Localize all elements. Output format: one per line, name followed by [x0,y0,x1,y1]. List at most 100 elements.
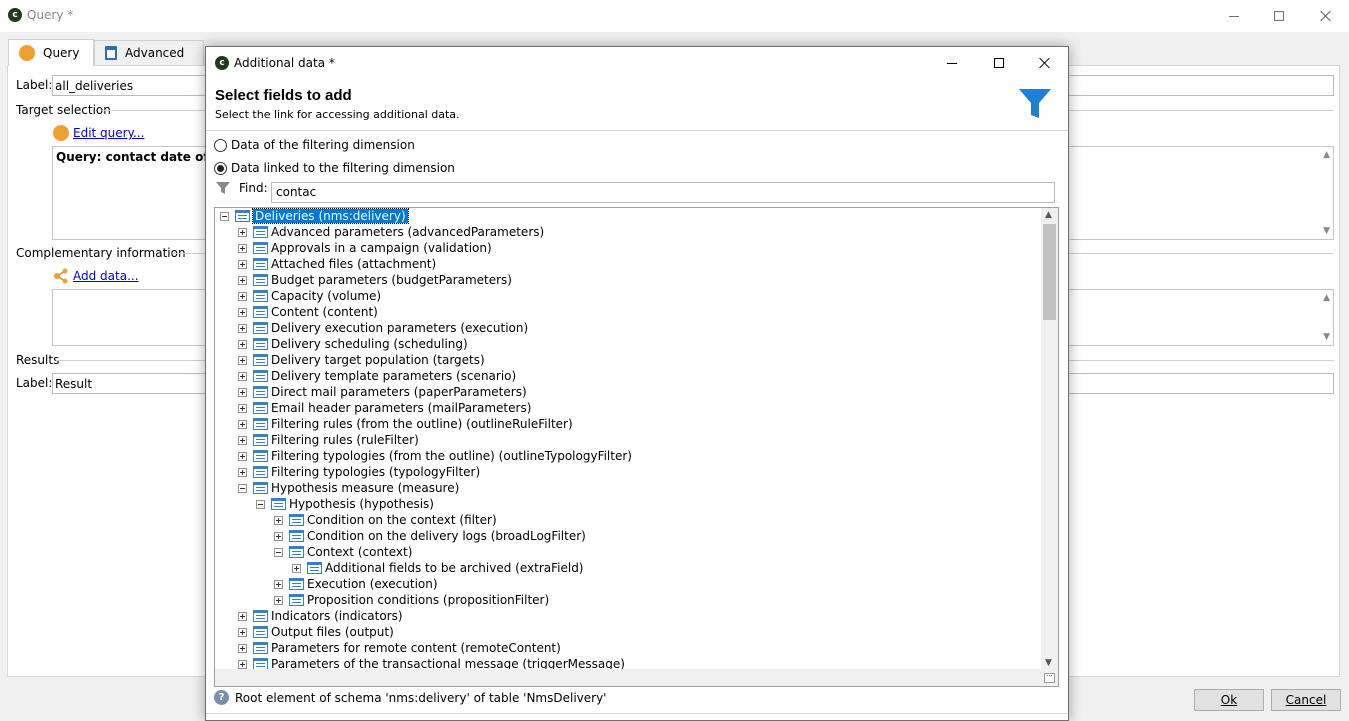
tree-node[interactable]: Delivery execution parameters (execution… [215,320,1042,336]
expand-icon[interactable] [274,579,283,589]
cancel-button[interactable]: Cancel [1271,689,1341,711]
tree-node[interactable]: Approvals in a campaign (validation) [215,240,1042,256]
add-data-link[interactable]: Add data... [73,269,139,283]
scroll-down-icon[interactable]: ▼ [1323,226,1330,236]
tree-node-label: Hypothesis measure (measure) [271,481,460,495]
tree-node[interactable]: Parameters for remote content (remoteCon… [215,640,1042,656]
tree-node[interactable]: Additional fields to be archived (extraF… [215,560,1042,576]
scroll-up-icon[interactable]: ▲ [1045,210,1052,220]
tree-node[interactable]: Filtering typologies (typologyFilter) [215,464,1042,480]
expand-icon[interactable] [238,259,247,269]
expand-icon[interactable] [292,563,301,573]
tree-node[interactable]: Condition on the context (filter) [215,512,1042,528]
tree-node[interactable]: Hypothesis (hypothesis) [215,496,1042,512]
dialog-close-button[interactable] [1022,47,1068,79]
tree-node[interactable]: Direct mail parameters (paperParameters) [215,384,1042,400]
collapse-icon[interactable] [274,547,283,557]
expand-icon[interactable] [274,515,283,525]
expand-icon[interactable] [238,627,247,637]
tree-node[interactable]: Email header parameters (mailParameters) [215,400,1042,416]
tab-query[interactable]: Query [8,39,94,66]
tree-node[interactable]: Budget parameters (budgetParameters) [215,272,1042,288]
tab-advanced-label: Advanced [125,46,185,60]
tree-node[interactable]: Output files (output) [215,624,1042,640]
tree-node[interactable]: Indicators (indicators) [215,608,1042,624]
tree-vertical-scrollbar[interactable]: ▲ ▼ [1041,208,1058,670]
expand-icon[interactable] [238,467,247,477]
expand-icon[interactable] [238,275,247,285]
tree-node-label: Approvals in a campaign (validation) [271,241,492,255]
ok-button[interactable]: Ok [1194,689,1264,711]
find-input[interactable]: contac [271,182,1055,203]
scroll-down-icon[interactable]: ▼ [1045,658,1052,668]
table-link-icon [253,274,268,286]
table-link-icon [253,466,268,478]
tree-node[interactable]: Hypothesis measure (measure) [215,480,1042,496]
tree-node[interactable]: Context (context) [215,544,1042,560]
expand-icon[interactable] [238,339,247,349]
expand-icon[interactable] [238,323,247,333]
expand-icon[interactable] [238,403,247,413]
tree-node[interactable]: Filtering typologies (from the outline) … [215,448,1042,464]
query-icon [19,45,35,61]
expand-icon[interactable] [238,611,247,621]
expand-icon[interactable] [238,291,247,301]
collapse-icon[interactable] [238,483,247,493]
table-link-icon [253,434,268,446]
schema-tree[interactable]: Deliveries (nms:delivery) Advanced parame… [214,207,1059,687]
tab-advanced[interactable]: Advanced [94,40,204,65]
collapse-icon[interactable] [220,211,229,221]
tree-node[interactable]: Condition on the delivery logs (broadLog… [215,528,1042,544]
radio-button[interactable] [214,138,227,152]
expand-icon[interactable] [238,419,247,429]
dialog-minimize-button[interactable] [929,47,975,79]
tree-node[interactable]: Content (content) [215,304,1042,320]
expand-icon[interactable] [238,387,247,397]
close-button[interactable] [1303,0,1349,32]
dialog-maximize-button[interactable] [976,47,1022,79]
expand-icon[interactable] [238,243,247,253]
expand-icon[interactable] [238,307,247,317]
tree-horizontal-scrollbar[interactable] [215,669,1042,686]
scroll-up-icon[interactable]: ▲ [1323,293,1330,303]
tree-node[interactable]: Delivery target population (targets) [215,352,1042,368]
expand-icon[interactable] [238,451,247,461]
table-link-icon [253,226,268,238]
table-link-icon [253,290,268,302]
radio-button-selected[interactable] [214,161,227,175]
tree-node[interactable]: Capacity (volume) [215,288,1042,304]
window-titlebar: c Query * [0,0,1349,32]
radio-filtering-dimension[interactable]: Data of the filtering dimension [214,138,415,152]
expand-icon[interactable] [238,355,247,365]
close-icon [1320,10,1332,22]
results-label-caption: Label: [16,376,53,390]
collapse-icon[interactable] [256,499,265,509]
tree-node[interactable]: Delivery template parameters (scenario) [215,368,1042,384]
scrollbar-thumb[interactable] [1043,224,1056,320]
tree-node[interactable]: Attached files (attachment) [215,256,1042,272]
scroll-down-icon[interactable]: ▼ [1323,332,1330,342]
expand-icon[interactable] [238,435,247,445]
expand-icon[interactable] [238,371,247,381]
expand-icon[interactable] [238,227,247,237]
edit-query-link[interactable]: Edit query... [73,126,144,140]
expand-icon[interactable] [274,531,283,541]
minimize-button[interactable] [1211,0,1257,32]
expand-icon[interactable] [238,643,247,653]
radio-linked-dimension[interactable]: Data linked to the filtering dimension [214,161,455,175]
expand-icon[interactable] [238,659,247,669]
tree-node[interactable]: Delivery scheduling (scheduling) [215,336,1042,352]
tree-node[interactable]: Advanced parameters (advancedParameters) [215,224,1042,240]
tree-node[interactable]: Filtering rules (from the outline) (outl… [215,416,1042,432]
tree-node[interactable]: Filtering rules (ruleFilter) [215,432,1042,448]
tree-node[interactable]: Execution (execution) [215,576,1042,592]
maximize-icon [1274,11,1284,21]
dialog-titlebar: c Additional data * [206,47,1068,79]
tree-node[interactable]: Proposition conditions (propositionFilte… [215,592,1042,608]
more-icon[interactable]: ··· [1044,673,1055,683]
tree-node[interactable]: Deliveries (nms:delivery) [215,208,1042,224]
app-logo-icon: c [215,56,229,70]
scroll-up-icon[interactable]: ▲ [1323,150,1330,160]
maximize-button[interactable] [1256,0,1302,32]
expand-icon[interactable] [274,595,283,605]
